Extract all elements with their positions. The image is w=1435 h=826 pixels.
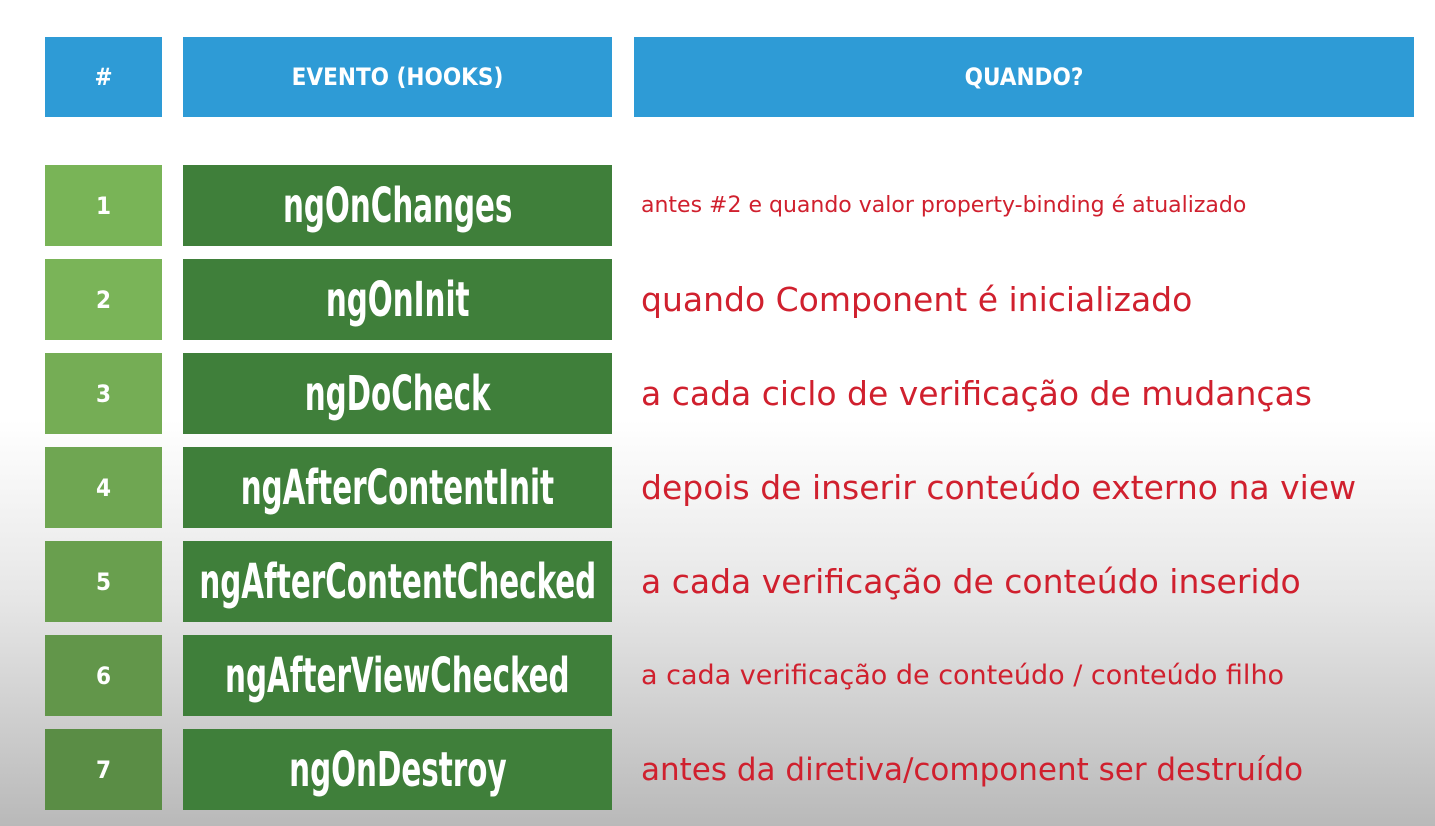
row-number: 6 <box>45 635 162 716</box>
row-number: 4 <box>45 447 162 528</box>
header-when-label: QUANDO? <box>964 63 1084 91</box>
table-row: 3 ngDoCheck a cada ciclo de verificação … <box>0 353 1435 434</box>
hook-name: ngOnChanges <box>183 165 612 246</box>
table-row: 2 ngOnInit quando Component é inicializa… <box>0 259 1435 340</box>
table-row: 6 ngAfterViewChecked a cada verificação … <box>0 635 1435 716</box>
table-row: 7 ngOnDestroy antes da diretiva/componen… <box>0 729 1435 810</box>
hook-name: ngOnInit <box>183 259 612 340</box>
hook-name: ngAfterContentInit <box>183 447 612 528</box>
header-number: # <box>45 37 162 117</box>
table-row: 4 ngAfterContentInit depois de inserir c… <box>0 447 1435 528</box>
hook-description: antes #2 e quando valor property-binding… <box>641 193 1247 218</box>
hook-name: ngDoCheck <box>183 353 612 434</box>
hook-name-text: ngAfterViewChecked <box>225 647 570 704</box>
hook-name-text: ngOnInit <box>325 271 470 328</box>
row-number: 3 <box>45 353 162 434</box>
hook-description: quando Component é inicializado <box>641 280 1193 319</box>
hook-name: ngOnDestroy <box>183 729 612 810</box>
row-number: 7 <box>45 729 162 810</box>
hook-name-text: ngAfterContentInit <box>240 459 555 516</box>
hook-name: ngAfterViewChecked <box>183 635 612 716</box>
header-when: QUANDO? <box>634 37 1414 117</box>
table-row: 1 ngOnChanges antes #2 e quando valor pr… <box>0 165 1435 246</box>
hook-name: ngAfterContentChecked <box>183 541 612 622</box>
hook-description: a cada ciclo de verificação de mudanças <box>641 374 1312 413</box>
hook-name-text: ngOnChanges <box>282 177 513 234</box>
row-number: 5 <box>45 541 162 622</box>
hook-name-text: ngDoCheck <box>304 365 491 422</box>
hook-description: a cada verificação de conteúdo inserido <box>641 562 1301 601</box>
hook-description: a cada verificação de conteúdo / conteúd… <box>641 660 1285 691</box>
header-number-label: # <box>94 63 113 91</box>
hook-name-text: ngOnDestroy <box>288 741 507 798</box>
header-event: EVENTO (HOOKS) <box>183 37 612 117</box>
row-number: 1 <box>45 165 162 246</box>
hook-description: antes da diretiva/component ser destruíd… <box>641 751 1304 788</box>
header-event-label: EVENTO (HOOKS) <box>291 63 504 91</box>
hook-name-text: ngAfterContentChecked <box>199 553 596 610</box>
table-row: 5 ngAfterContentChecked a cada verificaç… <box>0 541 1435 622</box>
row-number: 2 <box>45 259 162 340</box>
hook-description: depois de inserir conteúdo externo na vi… <box>641 468 1357 507</box>
